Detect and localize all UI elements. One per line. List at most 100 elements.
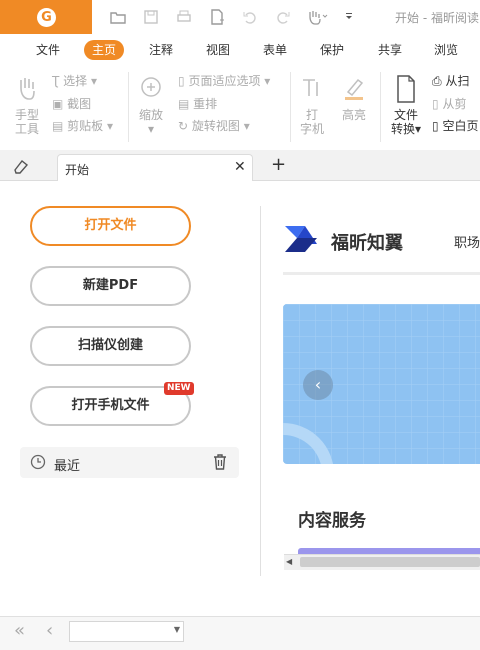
foxit-logo-icon: G: [37, 8, 56, 27]
typewriter-button[interactable]: 打 字机: [297, 72, 327, 142]
clipboard-label: 剪贴板: [67, 119, 104, 133]
redo-icon[interactable]: [274, 8, 292, 26]
new-tab-button[interactable]: +: [271, 154, 286, 175]
rotate-view-tool[interactable]: ↻ 旋转视图 ▾: [178, 117, 250, 134]
reflow-icon: ▤: [178, 97, 190, 111]
snapshot-label: 截图: [67, 97, 92, 111]
snapshot-tool[interactable]: ▣ 截图: [52, 95, 91, 112]
carousel-prev-button[interactable]: ‹: [303, 370, 333, 400]
typewriter-icon: [303, 79, 318, 96]
ribbon-divider: [128, 72, 129, 142]
select-label: 选择: [63, 74, 88, 88]
hand-icon: [20, 78, 35, 100]
zhiyi-logo-icon: [285, 226, 317, 252]
hand-tool-label-2: 工具: [14, 122, 39, 136]
previous-page-icon[interactable]: ‹: [46, 620, 53, 641]
reflow-tool[interactable]: ▤ 重排: [178, 95, 217, 112]
customize-icon[interactable]: [340, 8, 358, 26]
tab-protect[interactable]: 保护: [314, 40, 350, 60]
blank-page-icon: ▯: [432, 119, 439, 133]
chevron-down-icon: ▼: [173, 625, 180, 634]
document-tab-label: 开始: [65, 163, 90, 177]
from-clipboard-label: 从剪: [442, 97, 467, 111]
chevron-down-icon: ▾: [107, 119, 114, 133]
tab-home[interactable]: 主页: [84, 40, 124, 60]
folder-open-icon[interactable]: [109, 8, 127, 26]
clipboard-doc-icon: ▯: [432, 97, 439, 111]
menu-bar: [0, 34, 480, 64]
app-logo-block[interactable]: G: [0, 0, 92, 34]
reflow-label: 重排: [193, 97, 218, 111]
hand-tool-button[interactable]: 手型 工具: [10, 72, 44, 142]
typewriter-label-1: 打: [305, 108, 318, 122]
convert-label-1: 文件: [393, 108, 418, 122]
new-badge: NEW: [164, 382, 194, 395]
convert-button[interactable]: 文件 转换▾: [388, 72, 424, 142]
chevron-down-icon: ▾: [414, 122, 422, 136]
undo-icon[interactable]: [241, 8, 259, 26]
recent-label: 最近: [54, 459, 81, 474]
select-tool[interactable]: Ʈ 选择 ▾: [52, 72, 97, 89]
scrollbar-thumb[interactable]: [300, 557, 480, 567]
zoom-icon: [141, 77, 161, 97]
promo-banner[interactable]: ‹: [283, 304, 480, 464]
scroll-left-icon[interactable]: ◀: [286, 557, 292, 566]
chevron-down-icon: ▾: [243, 119, 250, 133]
clipboard-tool[interactable]: ▤ 剪贴板 ▾: [52, 117, 113, 134]
highlight-label: 高亮: [341, 108, 366, 122]
hand-tool-icon[interactable]: [305, 8, 329, 26]
camera-icon: ▣: [52, 97, 64, 111]
from-scanner-button[interactable]: ⎙ 从扫: [432, 72, 469, 89]
new-pdf-button[interactable]: 新建PDF: [30, 266, 191, 306]
panel-divider: [260, 206, 261, 576]
clock-icon: [30, 454, 46, 470]
eraser-icon[interactable]: [12, 157, 30, 178]
blank-page-button[interactable]: ▯ 空白页: [432, 117, 478, 134]
ribbon-divider: [380, 72, 381, 142]
fit-page-options[interactable]: ▯ 页面适应选项 ▾: [178, 72, 270, 89]
first-page-icon[interactable]: «: [14, 620, 25, 641]
convert-label-2-text: 转换: [390, 122, 415, 136]
brand-title: 福昕知翼: [331, 233, 403, 254]
tab-view[interactable]: 视图: [200, 40, 236, 60]
tab-share[interactable]: 共享: [372, 40, 408, 60]
nav-item-workplace[interactable]: 职场: [454, 232, 480, 251]
hand-tool-label-1: 手型: [14, 108, 39, 122]
rotate-view-label: 旋转视图: [191, 119, 240, 133]
from-clipboard-button[interactable]: ▯ 从剪: [432, 95, 466, 112]
highlight-button[interactable]: 高亮: [338, 72, 370, 142]
typewriter-label-2: 字机: [299, 122, 324, 136]
horizontal-scrollbar[interactable]: ◀: [284, 554, 480, 570]
chevron-down-icon: ▾: [91, 74, 98, 88]
chevron-down-icon: ▾: [147, 122, 155, 136]
highlighter-icon: [345, 78, 364, 100]
section-title: 内容服务: [298, 511, 366, 531]
new-doc-icon[interactable]: [208, 8, 226, 26]
document-tab[interactable]: 开始 ✕: [57, 154, 253, 181]
scanner-create-button[interactable]: 扫描仪创建: [30, 326, 191, 366]
document-convert-icon: [397, 75, 415, 103]
print-icon[interactable]: [175, 8, 193, 26]
page-number-select[interactable]: ▼: [69, 621, 184, 642]
close-icon[interactable]: ✕: [234, 159, 246, 175]
save-icon[interactable]: [142, 8, 160, 26]
rotate-icon: ↻: [178, 119, 189, 133]
header-divider: [283, 272, 480, 275]
tab-file[interactable]: 文件: [30, 40, 66, 60]
blank-page-label: 空白页: [442, 119, 479, 133]
tab-form[interactable]: 表单: [257, 40, 293, 60]
trash-icon[interactable]: [211, 453, 229, 471]
tab-browse[interactable]: 浏览: [428, 40, 464, 60]
recent-section[interactable]: 最近: [20, 447, 239, 478]
tab-comment[interactable]: 注释: [143, 40, 179, 60]
fit-page-label: 页面适应选项: [188, 74, 261, 88]
chevron-down-icon: ▾: [264, 74, 271, 88]
zoom-button[interactable]: 缩放 ▾: [136, 72, 166, 142]
window-title: 开始 - 福昕阅读: [395, 11, 479, 25]
open-file-button[interactable]: 打开文件: [30, 206, 191, 246]
zoom-label: 缩放: [138, 108, 163, 122]
select-text-icon: Ʈ: [52, 74, 60, 88]
fit-page-icon: ▯: [178, 74, 185, 88]
ribbon-divider: [290, 72, 291, 142]
convert-label-2: 转换▾: [388, 122, 424, 136]
